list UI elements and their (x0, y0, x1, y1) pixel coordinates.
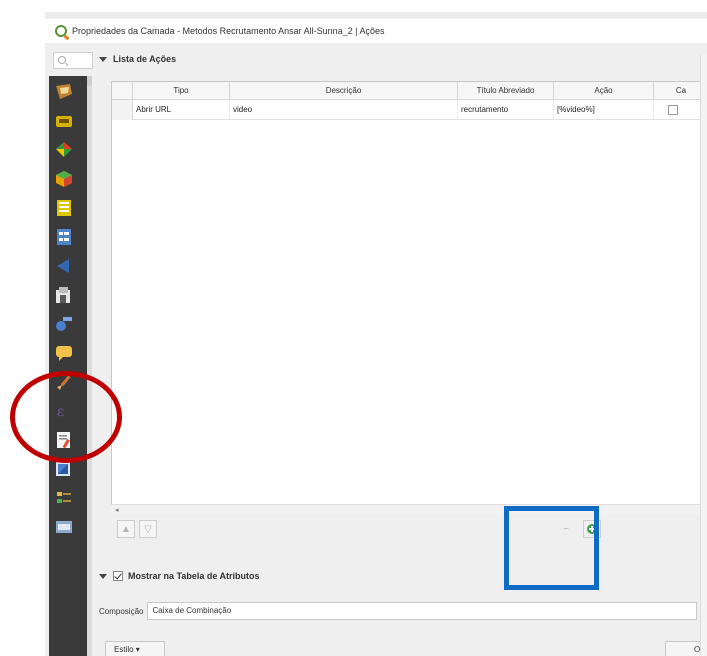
red-circle-annotation (10, 371, 122, 463)
capture-checkbox[interactable] (668, 105, 678, 115)
window-top-strip (45, 12, 707, 19)
joins-icon[interactable] (54, 256, 74, 276)
cell-acao[interactable]: [%video%] (554, 100, 654, 120)
attribute-table-section-header[interactable]: Mostrar na Tabela de Atributos (99, 568, 260, 584)
row-header[interactable] (112, 100, 133, 120)
search-input[interactable] (53, 52, 93, 69)
information-icon[interactable] (54, 82, 74, 102)
symbology-icon[interactable] (54, 140, 74, 160)
cell-tipo[interactable]: Abrir URL (133, 100, 230, 120)
corner-header (112, 82, 133, 100)
column-header-descricao[interactable]: Descrição (230, 82, 458, 100)
sidebar-scroll-up-icon[interactable] (87, 76, 92, 86)
table-row[interactable]: Abrir URL video recrutamento [%video%] (112, 100, 706, 120)
layer-properties-dialog: ε Lista de Ações Tipo Descrição Título A… (45, 43, 707, 656)
blue-rectangle-annotation (504, 506, 599, 590)
search-icon (58, 56, 66, 64)
dialog-button-row: Estilo ▾ OK (45, 639, 707, 656)
3d-view-icon[interactable] (54, 169, 74, 189)
arrow-down-icon: ▽ (144, 523, 152, 535)
cell-titulo-abreviado[interactable]: recrutamento (458, 100, 554, 120)
title-bar: Propriedades da Camada - Metodos Recruta… (45, 19, 707, 43)
column-header-titulo-abreviado[interactable]: Título Abreviado (458, 82, 554, 100)
sidebar-scrollbar[interactable] (87, 76, 92, 656)
legend-icon[interactable] (54, 488, 74, 508)
move-down-button[interactable]: ▽ (139, 520, 157, 538)
column-header-acao[interactable]: Ação (554, 82, 654, 100)
move-up-button[interactable]: ▲ (117, 520, 135, 538)
qgis-server-icon[interactable] (54, 517, 74, 537)
cell-descricao[interactable]: video (230, 100, 458, 120)
source-icon[interactable] (54, 111, 74, 131)
composition-select[interactable]: Caixa de Combinação (147, 602, 698, 620)
window-title: Propriedades da Camada - Metodos Recruta… (72, 26, 385, 36)
screenshot: Propriedades da Camada - Metodos Recruta… (0, 0, 707, 656)
chevron-down-icon: ▾ (135, 645, 140, 654)
attribute-table-section-title: Mostrar na Tabela de Atributos (128, 571, 260, 581)
attributes-form-icon[interactable] (54, 227, 74, 247)
actions-section-header[interactable]: Lista de Ações (99, 51, 176, 67)
composition-row: Composição Caixa de Combinação (99, 599, 707, 623)
qgis-logo-icon (55, 25, 67, 37)
collapse-triangle-icon[interactable] (99, 573, 107, 579)
actions-table-header: Tipo Descrição Título Abreviado Ação Ca (112, 82, 706, 100)
style-button[interactable]: Estilo ▾ (105, 641, 165, 656)
display-icon[interactable] (54, 343, 74, 363)
actions-table: Tipo Descrição Título Abreviado Ação Ca … (111, 81, 707, 514)
dialog-scrollbar[interactable] (700, 55, 707, 655)
column-header-tipo[interactable]: Tipo (133, 82, 230, 100)
actions-icon[interactable] (54, 314, 74, 334)
actions-toolbar: ▲ ▽ − (111, 514, 707, 544)
actions-section-title: Lista de Ações (113, 54, 177, 64)
properties-sidebar: ε (49, 76, 92, 656)
composition-label: Composição (99, 606, 144, 616)
collapse-triangle-icon[interactable] (99, 56, 107, 62)
auxiliary-storage-icon[interactable] (54, 285, 74, 305)
fields-icon[interactable] (54, 198, 74, 218)
show-in-attribute-table-checkbox[interactable] (113, 571, 123, 581)
style-button-label: Estilo (114, 645, 134, 654)
scroll-left-icon[interactable]: ◂ (115, 506, 119, 514)
table-horizontal-scrollbar[interactable]: ◂ (111, 504, 707, 514)
arrow-up-icon: ▲ (121, 523, 131, 535)
